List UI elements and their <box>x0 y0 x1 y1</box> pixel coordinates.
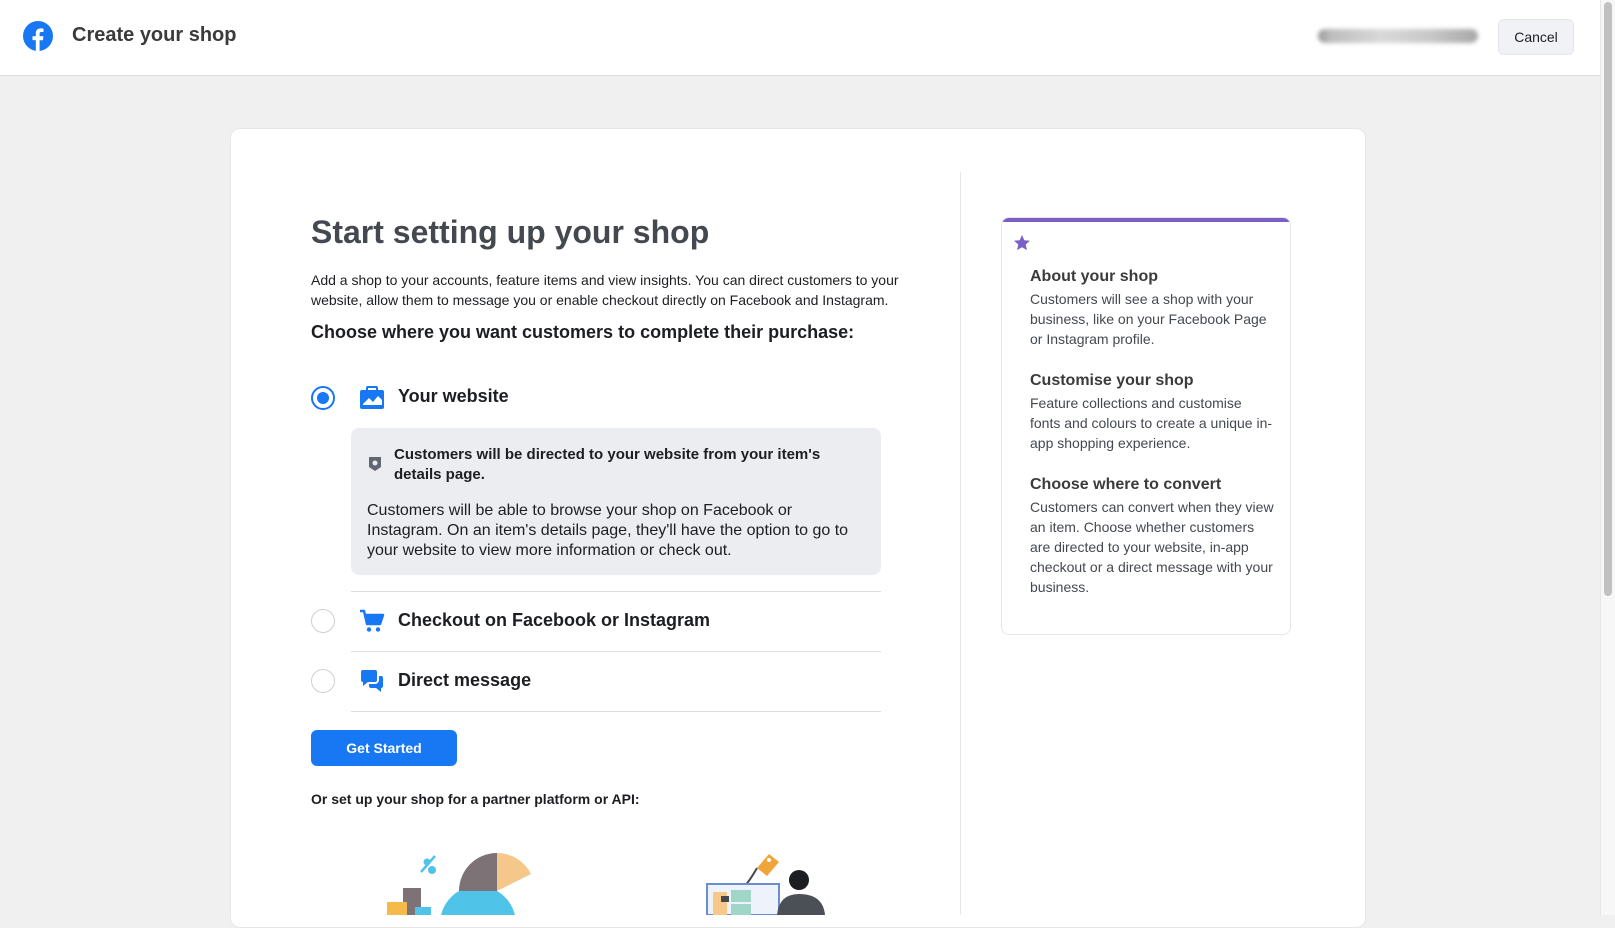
partner-shop-illustration <box>706 854 825 915</box>
vertical-scrollbar[interactable] <box>1600 0 1615 915</box>
side-section-text: Customers can convert when they view an … <box>1030 499 1274 595</box>
cart-icon <box>360 609 385 632</box>
scrollbar-thumb[interactable] <box>1604 2 1612 596</box>
side-section-about: About your shop Customers will see a sho… <box>1030 267 1275 349</box>
account-name-redacted[interactable] <box>1318 29 1478 43</box>
cancel-button[interactable]: Cancel <box>1498 19 1574 55</box>
option-label-direct-message[interactable]: Direct message <box>398 670 531 691</box>
choose-purchase-label: Choose where you want customers to compl… <box>311 322 855 342</box>
side-section-customise: Customise your shop Feature collections … <box>1030 371 1275 453</box>
side-section-text: Customers will see a shop with your busi… <box>1030 291 1267 347</box>
side-section-text: Feature collections and customise fonts … <box>1030 395 1273 451</box>
option-divider <box>351 651 881 652</box>
get-started-button[interactable]: Get Started <box>311 730 457 766</box>
side-section-title: About your shop <box>1030 268 1158 285</box>
side-section-title: Customise your shop <box>1030 372 1194 389</box>
info-box-title: Customers will be directed to your websi… <box>394 446 821 483</box>
radio-direct-message[interactable] <box>311 669 335 693</box>
option-divider <box>351 591 881 592</box>
side-section-title: Choose where to convert <box>1030 476 1222 493</box>
option-label-checkout[interactable]: Checkout on Facebook or Instagram <box>398 610 710 631</box>
side-section-convert: Choose where to convert Customers can co… <box>1030 475 1275 597</box>
about-shop-panel: About your shop Customers will see a sho… <box>1001 217 1291 635</box>
page-title: Create your shop <box>72 24 237 46</box>
intro-text: Add a shop to your accounts, feature ite… <box>311 272 899 308</box>
facebook-logo-icon[interactable] <box>23 21 53 51</box>
radio-checkout[interactable] <box>311 609 335 633</box>
info-badge-icon <box>369 457 381 471</box>
option-divider <box>351 711 881 712</box>
column-divider <box>960 172 961 915</box>
message-icon <box>361 670 383 692</box>
radio-your-website[interactable] <box>311 386 335 410</box>
section-heading: Start setting up your shop <box>311 214 710 250</box>
info-box-text: Customers will be able to browse your sh… <box>367 502 849 559</box>
star-icon <box>1014 235 1030 251</box>
website-icon <box>360 386 384 409</box>
analytics-illustration <box>387 853 531 915</box>
option-label-your-website[interactable]: Your website <box>398 386 509 407</box>
top-bar: Create your shop Cancel <box>0 0 1600 76</box>
partner-platform-label: Or set up your shop for a partner platfo… <box>311 791 640 807</box>
panel-accent-bar <box>1002 218 1290 222</box>
website-info-box: Customers will be directed to your websi… <box>351 428 881 575</box>
